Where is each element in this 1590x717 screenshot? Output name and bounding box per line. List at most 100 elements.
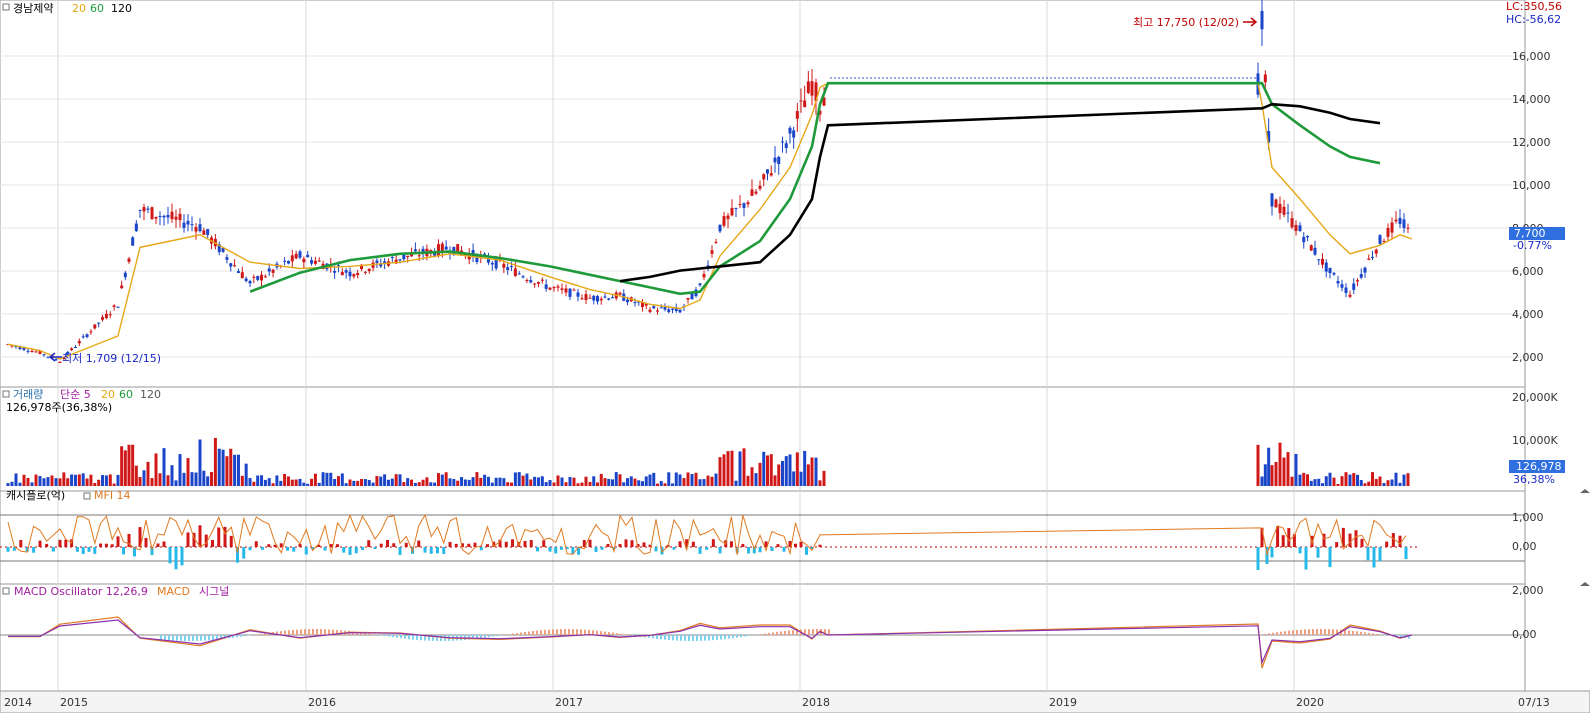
candle-body (399, 259, 402, 260)
volume-bar (89, 475, 92, 486)
volume-bar (314, 474, 317, 486)
cashflow-bar (625, 539, 628, 547)
macd-osc-bar (744, 635, 746, 636)
volume-bar (703, 479, 706, 486)
candle-body (256, 276, 259, 280)
volume-bar (691, 474, 694, 486)
macd-osc-bar (496, 635, 498, 636)
candle-body (368, 269, 371, 271)
volume-bar (318, 483, 321, 486)
cashflow-bar (1399, 536, 1402, 547)
macd-osc-bar (812, 629, 814, 635)
candle-body (349, 272, 352, 277)
cashflow-bar (19, 540, 22, 547)
macd-osc-bar (1376, 634, 1378, 635)
candle-body (800, 100, 803, 101)
cashflow-bar (747, 547, 750, 553)
candle-body (333, 271, 336, 273)
volume-bar (264, 480, 267, 486)
volume-bar (755, 473, 758, 486)
volume-bar (1371, 472, 1374, 486)
candle-body (1349, 295, 1352, 297)
volume-info: 126,978주(36,38%) (6, 401, 112, 414)
candle-body (1314, 248, 1317, 255)
volume-bar (1356, 475, 1359, 486)
candle-body (35, 351, 38, 352)
volume-bar (475, 472, 478, 486)
candle-body (237, 271, 240, 273)
candle-body (310, 260, 313, 263)
cashflow-bar (1257, 547, 1260, 570)
volume-bar (245, 464, 248, 486)
macd-osc-bar (1308, 629, 1310, 635)
volume-bar (589, 482, 592, 486)
volume-bar (518, 472, 521, 486)
cashflow-bar (145, 538, 148, 547)
candle-body (727, 216, 730, 220)
volume-bar (59, 478, 62, 486)
volume-bar (101, 475, 104, 486)
cashflow-bar (386, 540, 389, 547)
cashflow-bar (643, 542, 646, 547)
volume-bar (155, 453, 158, 486)
macd-osc-bar (288, 630, 290, 635)
volume-bar (117, 475, 120, 486)
volume-bar (414, 483, 417, 486)
candle-body (117, 307, 120, 308)
volume-bar (1306, 474, 1309, 486)
candle-body (97, 323, 100, 324)
macd-osc-bar (740, 635, 742, 637)
volume-bar (715, 474, 718, 486)
candle-body (549, 288, 552, 290)
panel-scroll-controls[interactable] (1580, 489, 1590, 586)
volume-bar (441, 475, 444, 486)
candle-body (1395, 220, 1398, 222)
volume-bar (811, 457, 814, 486)
candle-body (671, 309, 674, 310)
volume-bar (210, 472, 213, 486)
candle-body (747, 202, 750, 204)
volume-bar (109, 474, 112, 486)
candle-body (687, 298, 690, 300)
chart-canvas[interactable]: 경남제약 20 60 120 최고 17,750 (12/02) 최저 1,70… (0, 0, 1590, 713)
volume-bar (291, 480, 294, 486)
x-axis-bar (0, 691, 1590, 713)
volume-bar (322, 472, 325, 486)
macd-osc-bar (292, 630, 294, 635)
macd-osc-bar (668, 635, 670, 640)
macd-osc-bar (404, 635, 406, 639)
x-label: 2019 (1049, 696, 1077, 709)
volume-bar (399, 474, 402, 486)
volume-bar (120, 446, 123, 486)
volume-bar (1399, 483, 1402, 486)
volume-bar (735, 481, 738, 486)
high-annotation-text: 최고 17,750 (12/02) (1133, 16, 1239, 29)
candle-body (1341, 284, 1344, 288)
macd-osc-bar (192, 635, 194, 641)
volume-bar (683, 478, 686, 486)
macd-osc-bar (656, 635, 658, 639)
candle-body (302, 259, 305, 262)
candle-body (27, 351, 30, 352)
macd-osc-bar (1264, 634, 1266, 635)
macd-osc-bar (532, 631, 534, 635)
candle-body (1299, 225, 1302, 231)
macd-osc-bar (1304, 629, 1306, 635)
volume-bar (43, 478, 46, 486)
volume-bar (124, 450, 127, 486)
volume-bar (807, 464, 810, 486)
candle-body (1352, 284, 1355, 290)
volume-tick: 20,000K (1512, 391, 1558, 404)
cashflow-bar (449, 542, 452, 547)
macd-osc-bar (372, 634, 374, 635)
volume-bar (241, 476, 244, 486)
macd-osc-bar (1328, 629, 1330, 635)
volume-bar (545, 482, 548, 486)
volume-bar (487, 477, 490, 486)
candle-body (93, 324, 96, 328)
candle-body (679, 310, 682, 313)
volume-bar (93, 483, 96, 486)
volume-bar (372, 483, 375, 486)
volume-bar (774, 475, 777, 486)
candle-body (43, 354, 46, 355)
